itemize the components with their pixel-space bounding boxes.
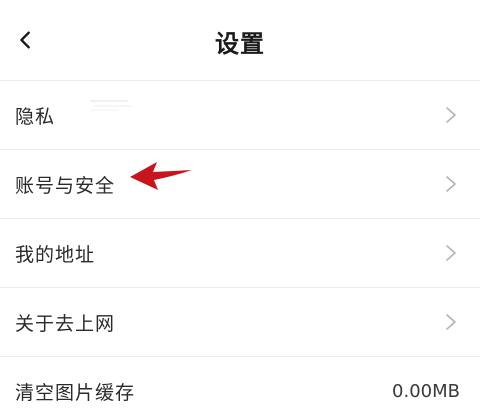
settings-item-about[interactable]: 关于去上网 xyxy=(0,288,480,357)
settings-item-label: 我的地址 xyxy=(15,243,96,266)
chevron-right-icon xyxy=(444,312,458,332)
settings-item-label: 关于去上网 xyxy=(15,312,116,335)
cache-size-value: 0.00MB xyxy=(392,380,460,402)
chevron-right-icon xyxy=(444,243,458,263)
settings-item-clear-image-cache[interactable]: 清空图片缓存 0.00MB xyxy=(0,357,480,418)
chevron-right-icon xyxy=(444,174,458,194)
settings-item-my-address[interactable]: 我的地址 xyxy=(0,219,480,288)
page-title: 设置 xyxy=(215,30,265,58)
settings-item-label: 隐私 xyxy=(15,105,56,128)
settings-list: 隐私 账号与安全 我的地址 关于去上网 清空图片缓存 0.00MB xyxy=(0,81,480,418)
settings-item-label: 账号与安全 xyxy=(15,174,116,197)
settings-item-account-security[interactable]: 账号与安全 xyxy=(0,150,480,219)
settings-item-label: 清空图片缓存 xyxy=(15,381,136,404)
settings-screen: 设置 隐私 账号与安全 我的地址 关于去上网 清空图片缓存 0.00MB xyxy=(0,0,480,418)
header-bar: 设置 xyxy=(0,0,480,81)
chevron-right-icon xyxy=(444,105,458,125)
settings-item-privacy[interactable]: 隐私 xyxy=(0,81,480,150)
